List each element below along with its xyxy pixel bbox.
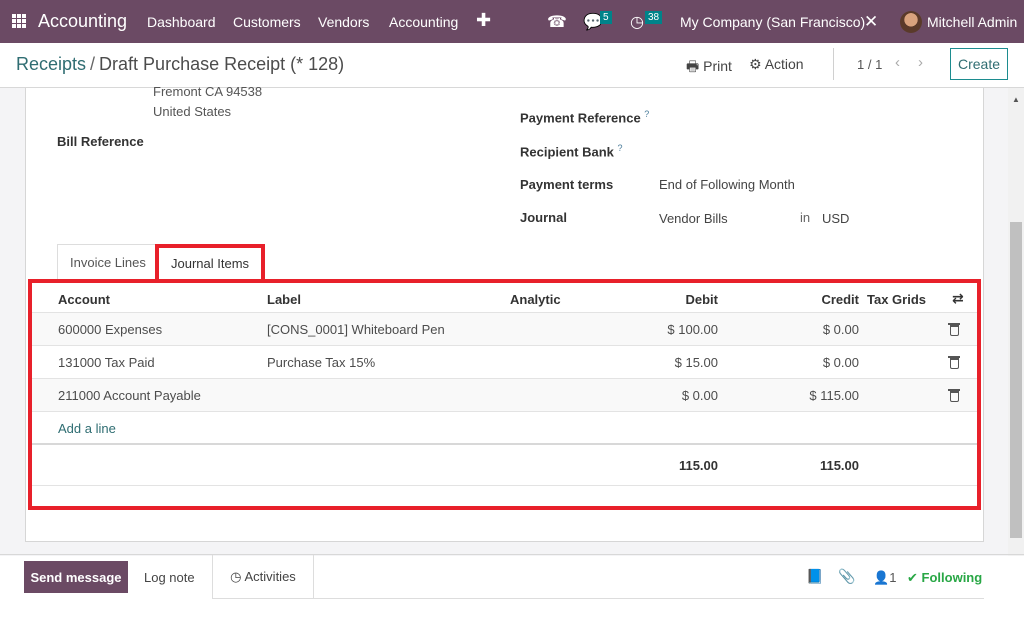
followers-count: 1 bbox=[889, 570, 897, 585]
phone-icon[interactable]: ☎ bbox=[547, 12, 567, 32]
following-button[interactable]: ✔ Following bbox=[907, 570, 982, 586]
row-label: [CONS_0001] Whiteboard Pen bbox=[267, 322, 445, 337]
payment-terms-label: Payment terms bbox=[520, 177, 614, 192]
paperclip-icon[interactable]: 📎 bbox=[838, 568, 855, 585]
followers-button[interactable]: 👤1 bbox=[873, 570, 896, 586]
help-tooltip-icon[interactable]: ? bbox=[618, 143, 623, 153]
column-tax-grids[interactable]: Tax Grids bbox=[867, 292, 926, 307]
create-button[interactable]: Create bbox=[950, 48, 1008, 80]
chatter-divider-bottom bbox=[314, 598, 984, 599]
delete-trash-icon[interactable] bbox=[948, 356, 960, 369]
row-debit: $ 100.00 bbox=[667, 322, 718, 337]
pager-value[interactable]: 1 / 1 bbox=[857, 57, 882, 72]
vendor-address-line2: United States bbox=[153, 104, 232, 119]
app-name[interactable]: Accounting bbox=[38, 11, 127, 32]
add-line-row: Add a line bbox=[32, 411, 977, 444]
journal-in-text: in bbox=[800, 210, 811, 225]
following-label: Following bbox=[921, 570, 983, 585]
log-note-button[interactable]: Log note bbox=[144, 570, 195, 585]
payment-reference-label: Payment Reference ? bbox=[520, 109, 649, 125]
top-navbar: Accounting Dashboard Customers Vendors A… bbox=[0, 0, 1024, 43]
row-account: 211000 Account Payable bbox=[58, 388, 201, 403]
payment-terms-field[interactable]: End of Following Month bbox=[659, 177, 795, 192]
row-debit: $ 0.00 bbox=[681, 388, 718, 403]
column-analytic[interactable]: Analytic bbox=[510, 292, 561, 307]
quick-create-icon[interactable]: ✚ bbox=[476, 10, 491, 31]
action-label: Action bbox=[764, 56, 804, 72]
breadcrumb-receipts[interactable]: Receipts bbox=[16, 54, 86, 74]
book-icon[interactable]: 📘 bbox=[806, 568, 823, 585]
row-credit: $ 115.00 bbox=[809, 388, 859, 403]
breadcrumb: Receipts / Draft Purchase Receipt (* 128) bbox=[16, 54, 344, 75]
row-credit: $ 0.00 bbox=[822, 355, 859, 370]
column-label[interactable]: Label bbox=[267, 292, 301, 307]
breadcrumb-current: Draft Purchase Receipt (* 128) bbox=[99, 54, 345, 74]
activities-clock-icon[interactable]: ◷ bbox=[630, 12, 644, 32]
total-debit: 115.00 bbox=[678, 458, 718, 473]
user-menu[interactable]: Mitchell Admin bbox=[927, 14, 1017, 30]
messages-count-badge: 5 bbox=[600, 11, 612, 24]
activities-button[interactable]: ◷ Activities bbox=[212, 555, 314, 599]
total-credit: 115.00 bbox=[819, 458, 859, 473]
column-credit[interactable]: Credit bbox=[772, 292, 859, 307]
tab-journal-items[interactable]: Journal Items bbox=[155, 244, 266, 279]
delete-trash-icon[interactable] bbox=[948, 389, 960, 402]
activities-label: Activities bbox=[244, 569, 296, 584]
table-row[interactable]: 600000 Expenses [CONS_0001] Whiteboard P… bbox=[32, 312, 977, 345]
chatter-divider bbox=[0, 554, 1024, 555]
add-a-line-link[interactable]: Add a line bbox=[58, 421, 116, 436]
pager-previous-icon[interactable]: ‹ bbox=[895, 54, 900, 71]
totals-row: 115.00 115.00 bbox=[32, 443, 977, 485]
table-row[interactable]: 131000 Tax Paid Purchase Tax 15% $ 15.00… bbox=[32, 345, 977, 378]
menu-vendors[interactable]: Vendors bbox=[318, 14, 369, 30]
journal-label: Journal bbox=[520, 210, 567, 225]
clock-icon: ◷ bbox=[230, 568, 242, 584]
send-message-button[interactable]: Send message bbox=[24, 561, 128, 593]
column-account[interactable]: Account bbox=[58, 292, 110, 307]
journal-items-table: Account Label Analytic Debit Credit Tax … bbox=[28, 279, 981, 510]
row-debit: $ 15.00 bbox=[674, 355, 718, 370]
recipient-bank-text: Recipient Bank bbox=[520, 144, 614, 160]
pager-next-icon[interactable]: › bbox=[918, 54, 923, 71]
company-switcher[interactable]: My Company (San Francisco) bbox=[680, 14, 865, 30]
apps-menu-icon[interactable] bbox=[12, 14, 26, 28]
bill-reference-label: Bill Reference bbox=[57, 134, 144, 149]
user-avatar[interactable] bbox=[900, 11, 922, 33]
scroll-up-arrow-icon[interactable]: ▲ bbox=[1012, 95, 1020, 104]
action-button[interactable]: ⚙ Action bbox=[749, 56, 804, 73]
printer-icon: 🖶 bbox=[686, 58, 700, 74]
menu-customers[interactable]: Customers bbox=[233, 14, 301, 30]
debug-tools-icon[interactable]: ✕ bbox=[864, 12, 878, 32]
print-label: Print bbox=[703, 58, 732, 74]
row-account: 600000 Expenses bbox=[58, 322, 163, 337]
scroll-thumb[interactable] bbox=[1010, 222, 1022, 538]
tab-invoice-lines[interactable]: Invoice Lines bbox=[57, 244, 159, 279]
row-account: 131000 Tax Paid bbox=[58, 355, 155, 370]
help-tooltip-icon[interactable]: ? bbox=[644, 109, 649, 119]
print-button[interactable]: 🖶 Print bbox=[686, 56, 732, 80]
user-icon: 👤 bbox=[873, 570, 890, 585]
journal-field[interactable]: Vendor Bills bbox=[659, 211, 728, 226]
divider bbox=[833, 48, 834, 80]
currency-field[interactable]: USD bbox=[822, 211, 849, 226]
breadcrumb-separator: / bbox=[90, 54, 96, 74]
optional-columns-toggle-icon[interactable]: ⇄ bbox=[952, 290, 964, 307]
gear-icon: ⚙ bbox=[749, 56, 762, 72]
menu-dashboard[interactable]: Dashboard bbox=[147, 14, 216, 30]
row-credit: $ 0.00 bbox=[822, 322, 859, 337]
vendor-address-line1: Fremont CA 94538 bbox=[153, 84, 263, 99]
table-row[interactable]: 211000 Account Payable $ 0.00 $ 115.00 bbox=[32, 378, 977, 411]
menu-accounting[interactable]: Accounting bbox=[389, 14, 458, 30]
table-footer bbox=[32, 485, 977, 507]
check-icon: ✔ bbox=[907, 570, 918, 585]
row-label: Purchase Tax 15% bbox=[267, 355, 376, 370]
payment-reference-text: Payment Reference bbox=[520, 110, 641, 126]
activities-count-badge: 38 bbox=[645, 11, 663, 24]
delete-trash-icon[interactable] bbox=[948, 323, 960, 336]
column-debit[interactable]: Debit bbox=[632, 292, 719, 307]
control-panel: Receipts / Draft Purchase Receipt (* 128) … bbox=[0, 43, 1024, 88]
recipient-bank-label: Recipient Bank ? bbox=[520, 143, 623, 159]
